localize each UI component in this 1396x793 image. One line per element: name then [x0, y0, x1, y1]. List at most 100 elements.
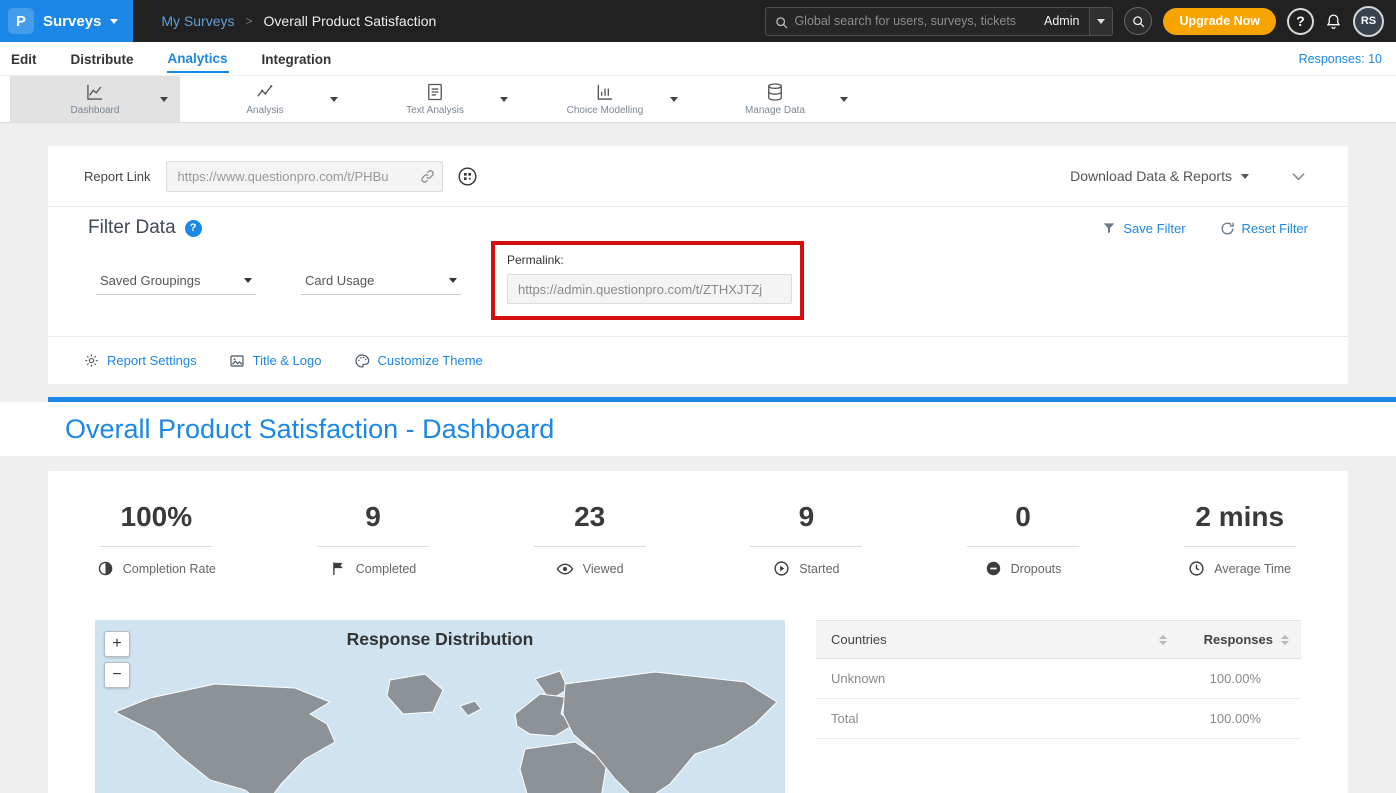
breadcrumb-my-surveys[interactable]: My Surveys [161, 13, 234, 29]
app-window: P Surveys My Surveys > Overall Product S… [0, 0, 1396, 793]
report-link-field-wrap [166, 161, 443, 192]
bell-icon [1325, 13, 1342, 30]
help-button[interactable]: ? [1287, 8, 1314, 35]
report-settings-link[interactable]: Report Settings [84, 353, 197, 368]
user-avatar[interactable]: RS [1353, 6, 1384, 37]
half-circle-icon [97, 560, 114, 577]
tab-analytics[interactable]: Analytics [167, 44, 229, 73]
analytics-toolbar: Dashboard Analysis Text Analysis Choice … [0, 76, 1396, 123]
line-chart-icon [85, 82, 105, 102]
world-map-canvas[interactable] [95, 654, 785, 793]
search-icon [775, 16, 788, 29]
document-lines-icon [425, 82, 445, 102]
country-cell: Total [816, 711, 1141, 726]
zoom-in-button[interactable]: + [104, 631, 130, 657]
saved-groupings-dropdown[interactable]: Saved Groupings [96, 267, 256, 295]
notifications-button[interactable] [1325, 13, 1342, 30]
topbar-actions: Admin Upgrade Now ? RS [765, 6, 1396, 37]
stat-label: Started [799, 562, 839, 576]
toolbar-item-analysis[interactable]: Analysis [180, 76, 350, 122]
stat-value: 9 [265, 501, 482, 533]
refresh-icon [1220, 221, 1235, 236]
link-icon[interactable] [420, 169, 435, 189]
sort-icon[interactable] [1281, 635, 1289, 645]
report-card-footer-links: Report Settings Title & Logo Customize T… [48, 337, 1348, 384]
chevron-down-icon [1097, 19, 1105, 24]
toolbar-item-choice-modelling[interactable]: Choice Modelling [520, 76, 690, 122]
qr-code-button[interactable] [457, 166, 478, 187]
stat-value: 9 [698, 501, 915, 533]
stat-value: 0 [915, 501, 1132, 533]
tab-edit[interactable]: Edit [10, 45, 38, 72]
trend-chart-icon [255, 82, 275, 102]
play-circle-icon [773, 560, 790, 577]
save-filter-label: Save Filter [1123, 221, 1185, 236]
breadcrumb-separator: > [246, 14, 253, 28]
report-settings-panel: Report Link Download Data & Reports [48, 146, 1348, 384]
chevron-down-icon[interactable] [160, 97, 168, 102]
qr-code-icon [457, 166, 478, 187]
country-cell: Unknown [816, 671, 1141, 686]
report-link-row: Report Link Download Data & Reports [48, 146, 1348, 206]
report-link-input[interactable] [166, 161, 443, 192]
search-scope-caret-button[interactable] [1089, 8, 1112, 35]
global-search-input[interactable] [794, 14, 1034, 28]
dashboard-bottom-row: Response Distribution + − [48, 620, 1348, 793]
reset-filter-label: Reset Filter [1242, 221, 1308, 236]
sort-icon[interactable] [1159, 635, 1167, 645]
map-zoom-controls: + − [104, 631, 130, 688]
chevron-down-icon[interactable] [500, 97, 508, 102]
survey-stats-row: 100% Completion Rate 9 [48, 501, 1348, 578]
upgrade-now-button[interactable]: Upgrade Now [1163, 8, 1276, 35]
chevron-down-icon[interactable] [670, 97, 678, 102]
card-usage-dropdown[interactable]: Card Usage [301, 267, 461, 295]
survey-section-tabs: Edit Distribute Analytics Integration Re… [0, 42, 1396, 76]
stat-started: 9 Started [698, 501, 915, 578]
palette-icon [354, 353, 370, 369]
tab-distribute[interactable]: Distribute [70, 45, 135, 72]
chevron-down-icon [1241, 174, 1249, 179]
permalink-annotation-box: Permalink: [491, 241, 804, 320]
reset-filter-button[interactable]: Reset Filter [1220, 221, 1308, 236]
divider [317, 546, 429, 547]
download-data-reports-label: Download Data & Reports [1070, 168, 1232, 184]
table-row: Unknown 100.00% [816, 659, 1301, 699]
stat-viewed: 23 Viewed [481, 501, 698, 578]
stat-value: 23 [481, 501, 698, 533]
responses-cell: 100.00% [1141, 671, 1301, 686]
zoom-out-button[interactable]: − [104, 662, 130, 688]
toolbar-item-text-analysis[interactable]: Text Analysis [350, 76, 520, 122]
breadcrumb: My Surveys > Overall Product Satisfactio… [161, 13, 436, 29]
divider [967, 546, 1079, 547]
stat-label: Viewed [583, 562, 624, 576]
download-data-reports-menu[interactable]: Download Data & Reports [1070, 168, 1249, 184]
toolbar-item-dashboard[interactable]: Dashboard [10, 76, 180, 122]
table-row: Total 100.00% [816, 699, 1301, 739]
database-icon [765, 82, 785, 102]
search-submit-button[interactable] [1124, 7, 1152, 35]
chevron-down-icon [110, 19, 118, 24]
tab-integration[interactable]: Integration [261, 45, 333, 72]
filter-data-section: Filter Data ? Save Filter [48, 207, 1348, 336]
toolbar-item-label: Choice Modelling [567, 105, 644, 116]
toolbar-item-manage-data[interactable]: Manage Data [690, 76, 860, 122]
responses-column-header[interactable]: Responses [1181, 632, 1301, 647]
chevron-down-icon[interactable] [330, 97, 338, 102]
funnel-icon [1102, 221, 1116, 235]
countries-column-header[interactable]: Countries [816, 632, 1181, 647]
report-link-label: Report Link [84, 169, 150, 184]
permalink-input[interactable] [507, 274, 792, 304]
customize-theme-link[interactable]: Customize Theme [354, 353, 483, 369]
stat-average-time: 2 mins Average Time [1131, 501, 1348, 578]
save-filter-button[interactable]: Save Filter [1102, 221, 1185, 236]
permalink-label: Permalink: [507, 253, 788, 267]
chevron-down-icon[interactable] [840, 97, 848, 102]
map-greenland [387, 674, 443, 714]
collapse-panel-button[interactable] [1289, 167, 1308, 186]
help-tooltip-icon[interactable]: ? [185, 220, 202, 237]
search-scope-selector[interactable]: Admin [1034, 14, 1089, 28]
report-settings-label: Report Settings [107, 353, 197, 368]
stat-label: Completion Rate [123, 562, 216, 576]
surveys-product-menu[interactable]: P Surveys [0, 0, 133, 42]
title-logo-link[interactable]: Title & Logo [229, 353, 322, 369]
